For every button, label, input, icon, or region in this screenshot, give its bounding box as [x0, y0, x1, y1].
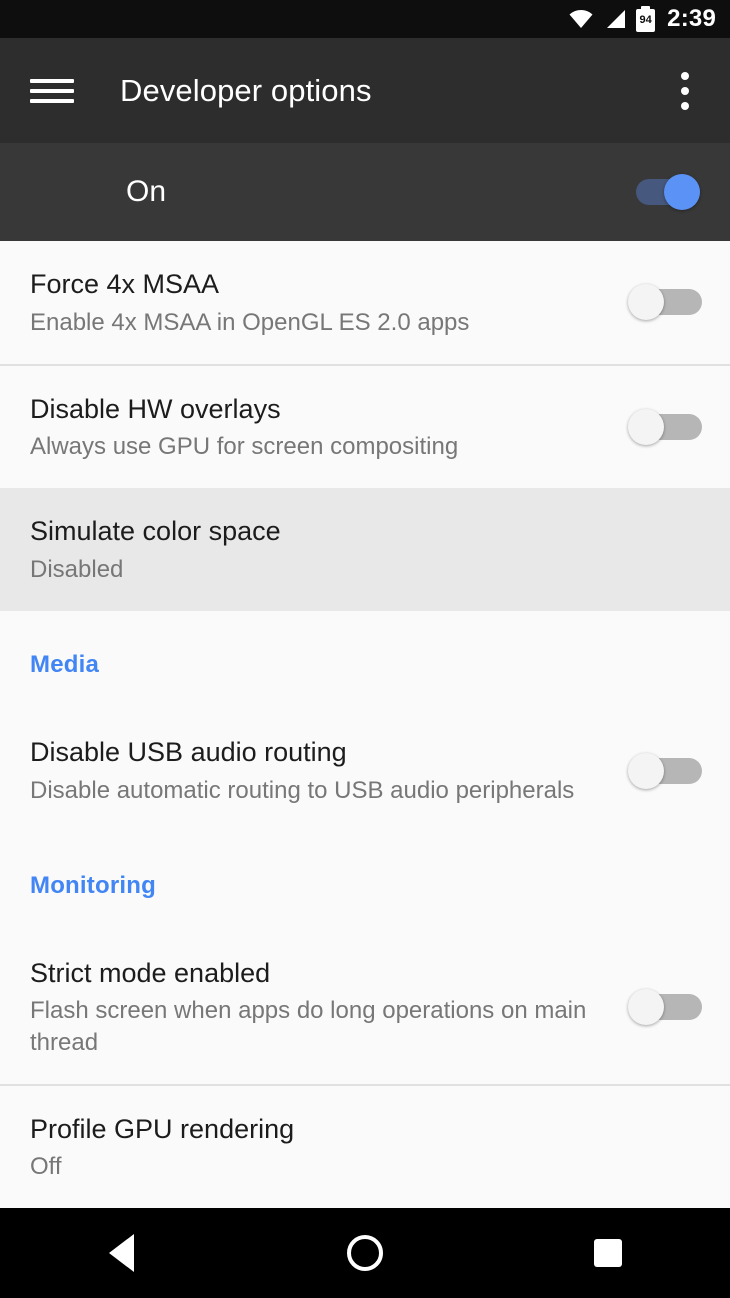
switch-thumb	[628, 988, 664, 1025]
list-item-profile-gpu-rendering[interactable]: Profile GPU rendering Off	[0, 1085, 730, 1208]
overflow-dot	[681, 71, 689, 80]
battery-body: 94	[636, 9, 656, 32]
phone-screen: 94 2:39 Developer options On Force 4x MS…	[0, 0, 730, 1298]
list-item-text: Disable HW overlays Always use GPU for s…	[30, 392, 628, 463]
hamburger-menu-icon[interactable]	[30, 75, 74, 107]
list-item-subtitle: Always use GPU for screen compositing	[30, 433, 459, 461]
section-header-media: Media	[0, 611, 730, 710]
list-item-subtitle: Flash screen when apps do long operation…	[30, 997, 587, 1056]
back-triangle-icon	[109, 1234, 135, 1272]
list-item-text: Simulate color space Disabled	[30, 514, 704, 585]
nav-home-button[interactable]	[310, 1208, 420, 1298]
status-bar: 94 2:39	[0, 0, 730, 38]
list-item-title: Profile GPU rendering	[30, 1113, 295, 1144]
cellular-signal-icon	[607, 10, 626, 28]
list-item-title: Force 4x MSAA	[30, 269, 220, 299]
list-item-disable-hw-overlays[interactable]: Disable HW overlays Always use GPU for s…	[0, 365, 730, 489]
list-item-title: Simulate color space	[30, 516, 281, 547]
home-circle-icon	[346, 1235, 383, 1271]
list-item-subtitle: Disabled	[30, 556, 124, 584]
list-item-text: Profile GPU rendering Off	[30, 1112, 704, 1183]
battery-level-text: 94	[639, 14, 652, 26]
overflow-dot	[681, 101, 689, 110]
list-item-title: Strict mode enabled	[30, 957, 271, 988]
list-item-text: Force 4x MSAA Enable 4x MSAA in OpenGL E…	[30, 267, 628, 338]
recents-square-icon	[594, 1239, 623, 1267]
list-item-title: Disable USB audio routing	[30, 737, 347, 768]
overflow-menu-icon[interactable]	[662, 65, 708, 117]
list-item-simulate-color-space[interactable]: Simulate color space Disabled	[0, 488, 730, 612]
navigation-bar	[0, 1208, 730, 1298]
settings-scroll-area[interactable]: Force 4x MSAA Enable 4x MSAA in OpenGL E…	[0, 241, 730, 1208]
section-header-label: Monitoring	[30, 871, 156, 899]
toggle-switch-strict-mode-enabled[interactable]	[628, 985, 704, 1029]
hamburger-bar	[30, 78, 74, 83]
switch-thumb	[628, 752, 664, 789]
section-header-label: Media	[30, 651, 100, 679]
list-item-subtitle: Enable 4x MSAA in OpenGL ES 2.0 apps	[30, 308, 470, 336]
toggle-switch-disable-hw-overlays[interactable]	[628, 405, 704, 449]
developer-options-master-row[interactable]: On	[0, 143, 730, 241]
list-item-strict-mode-enabled[interactable]: Strict mode enabled Flash screen when ap…	[0, 929, 730, 1084]
list-item-text: Disable USB audio routing Disable automa…	[30, 735, 628, 806]
master-toggle-switch[interactable]	[626, 170, 702, 214]
list-item-text: Strict mode enabled Flash screen when ap…	[30, 956, 628, 1058]
page-title: Developer options	[120, 72, 372, 108]
list-item-title: Disable HW overlays	[30, 393, 281, 424]
section-header-monitoring: Monitoring	[0, 831, 730, 930]
list-item-disable-usb-audio-routing[interactable]: Disable USB audio routing Disable automa…	[0, 709, 730, 832]
switch-thumb	[628, 409, 664, 446]
master-switch-label: On	[126, 175, 167, 208]
nav-recents-button[interactable]	[553, 1208, 663, 1298]
status-bar-icons: 94	[568, 6, 656, 32]
wifi-icon	[569, 10, 593, 29]
list-item-subtitle: Disable automatic routing to USB audio p…	[30, 776, 575, 804]
toggle-switch-force-4x-msaa[interactable]	[628, 280, 704, 324]
hamburger-bar	[30, 88, 74, 93]
battery-icon: 94	[636, 6, 656, 32]
hamburger-bar	[30, 98, 74, 103]
overflow-dot	[681, 86, 689, 95]
list-item-subtitle: Off	[30, 1153, 62, 1181]
list-item-force-4x-msaa[interactable]: Force 4x MSAA Enable 4x MSAA in OpenGL E…	[0, 241, 730, 364]
app-bar: Developer options	[0, 38, 730, 143]
toggle-switch-disable-usb-audio-routing[interactable]	[628, 749, 704, 793]
nav-back-button[interactable]	[67, 1208, 177, 1298]
settings-list: Force 4x MSAA Enable 4x MSAA in OpenGL E…	[0, 241, 730, 1208]
status-bar-clock: 2:39	[667, 5, 716, 32]
switch-thumb	[664, 174, 700, 210]
